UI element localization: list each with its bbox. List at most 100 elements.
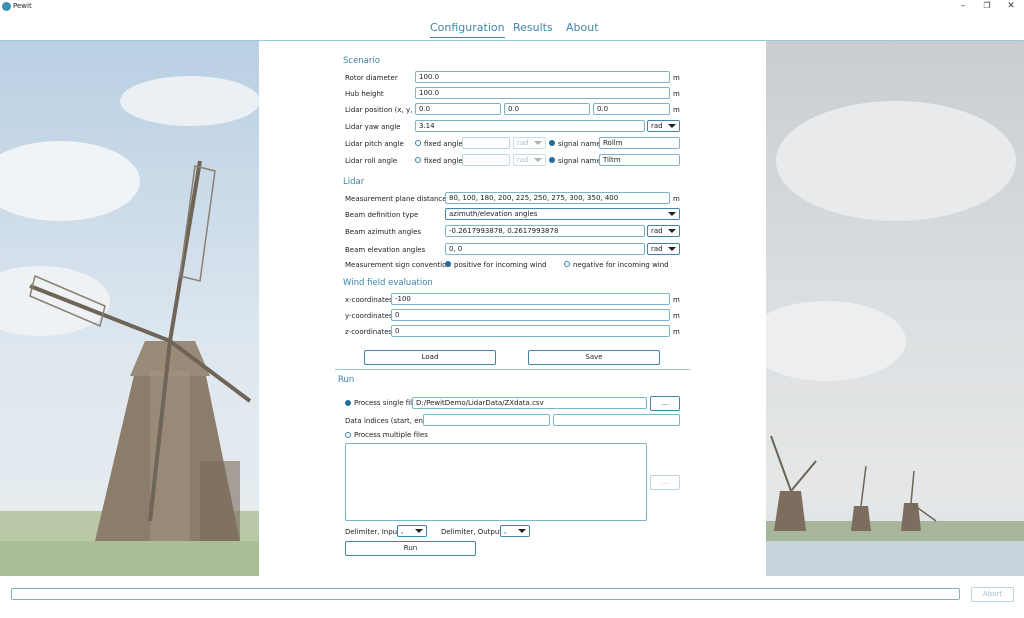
z-coordinates-unit: m [673,328,680,336]
chevron-down-icon [668,124,676,128]
roll-fixed-label: fixed angle [424,157,463,165]
configuration-panel: Scenario Rotor diameter 100.0 m Hub heig… [259,41,766,576]
tab-results[interactable]: Results [513,21,553,37]
tab-about[interactable]: About [566,21,599,37]
save-button[interactable]: Save [528,350,660,365]
single-file-radio[interactable] [345,400,351,406]
roll-unit-value: rad [517,156,529,164]
load-button[interactable]: Load [364,350,496,365]
z-coordinates-input[interactable]: 0 [391,325,670,337]
lidar-position-unit: m [673,106,680,114]
plane-distances-unit: m [673,195,680,203]
section-title-lidar: Lidar [343,177,365,187]
rotor-diameter-input[interactable]: 100.0 [415,71,670,83]
rotor-diameter-label: Rotor diameter [345,74,398,82]
pitch-fixed-input[interactable] [462,137,510,149]
background-image-right [766,41,1024,576]
beam-azimuth-unit-value: rad [651,227,663,235]
roll-fixed-input[interactable] [462,154,510,166]
roll-signal-radio[interactable] [549,157,555,163]
close-button[interactable]: ✕ [1001,0,1021,12]
sign-positive-label: positive for incoming wind [454,261,547,269]
chevron-down-icon [668,212,676,216]
tab-bar: Configuration Results About [0,16,1024,40]
maximize-button[interactable]: ❐ [977,0,997,12]
y-coordinates-unit: m [673,312,680,320]
pitch-unit-select[interactable]: rad [513,137,546,149]
beam-azimuth-input[interactable]: -0.2617993878, 0.2617993878 [445,225,645,237]
section-title-wind-field: Wind field evaluation [343,278,433,288]
delimiter-output-value: , [504,527,507,535]
progress-bar [11,588,960,600]
data-index-start-input[interactable] [423,414,550,426]
beam-elevation-label: Beam elevation angles [345,246,426,254]
lidar-roll-label: Lidar roll angle [345,157,398,165]
beam-elevation-input[interactable]: 0, 0 [445,243,645,255]
browse-multiple-files-button[interactable]: ... [650,475,680,490]
plane-distances-input[interactable]: 80, 100, 180, 200, 225, 250, 275, 300, 3… [445,192,670,204]
x-coordinates-label: x-coordinates [345,296,393,304]
single-file-path-input[interactable]: D:/PewitDemo/LidarData/ZXdata.csv [412,397,647,409]
title-bar: Pewit – ❐ ✕ [0,0,1024,14]
delimiter-output-label: Delimiter, Output [441,528,503,536]
data-index-end-input[interactable] [553,414,680,426]
configuration-form: Scenario Rotor diameter 100.0 m Hub heig… [335,41,690,576]
run-separator [335,369,690,370]
delimiter-input-label: Delimiter, Input [345,528,400,536]
chevron-down-icon [668,229,676,233]
beam-definition-value: azimuth/elevation angles [449,210,538,218]
sign-positive-radio[interactable] [445,261,451,267]
chevron-down-icon [668,247,676,251]
beam-definition-label: Beam definition type [345,211,419,219]
x-coordinates-input[interactable]: -100 [391,293,670,305]
pitch-fixed-radio[interactable] [415,140,421,146]
beam-azimuth-unit-select[interactable]: rad [647,225,680,237]
sign-negative-label: negative for incoming wind [573,261,669,269]
y-coordinates-input[interactable]: 0 [391,309,670,321]
chevron-down-icon [518,529,526,533]
roll-fixed-radio[interactable] [415,157,421,163]
multiple-files-label: Process multiple files [354,431,428,439]
sign-convention-label: Measurement sign convention [345,261,451,269]
section-title-run: Run [338,375,355,385]
lidar-position-label: Lidar position (x, y, z) [345,106,421,114]
y-coordinates-label: y-coordinates [345,312,393,320]
multiple-files-list[interactable] [345,443,647,521]
hub-height-input[interactable]: 100.0 [415,87,670,99]
browse-single-file-button[interactable]: ... [650,396,680,411]
chevron-down-icon [415,529,423,533]
run-button[interactable]: Run [345,541,476,556]
beam-elevation-unit-select[interactable]: rad [647,243,680,255]
z-coordinates-label: z-coordinates [345,328,393,336]
delimiter-output-select[interactable]: , [500,525,530,537]
lidar-yaw-unit-select[interactable]: rad [647,120,680,132]
roll-unit-select[interactable]: rad [513,154,546,166]
lidar-yaw-unit-value: rad [651,122,663,130]
data-indices-label: Data indices (start, end) [345,417,431,425]
lidar-position-x-input[interactable]: 0.0 [415,103,501,115]
lidar-yaw-label: Lidar yaw angle [345,123,401,131]
beam-elevation-unit-value: rad [651,245,663,253]
lidar-yaw-input[interactable]: 3.14 [415,120,645,132]
roll-signal-input[interactable]: Tiltm [599,154,680,166]
minimize-button[interactable]: – [953,0,973,12]
sign-negative-radio[interactable] [564,261,570,267]
lidar-position-z-input[interactable]: 0.0 [593,103,670,115]
pitch-signal-radio[interactable] [549,140,555,146]
multiple-files-radio[interactable] [345,432,351,438]
chevron-down-icon [534,141,542,145]
pitch-unit-value: rad [517,139,529,147]
pitch-signal-input[interactable]: Rollm [599,137,680,149]
plane-distances-label: Measurement plane distances [345,195,451,203]
tab-configuration[interactable]: Configuration [430,21,505,38]
hub-height-unit: m [673,90,680,98]
hub-height-label: Hub height [345,90,384,98]
chevron-down-icon [534,158,542,162]
lidar-position-y-input[interactable]: 0.0 [504,103,590,115]
delimiter-input-select[interactable]: , [397,525,427,537]
beam-definition-select[interactable]: azimuth/elevation angles [445,208,680,220]
pitch-fixed-label: fixed angle [424,140,463,148]
abort-button[interactable]: Abort [971,587,1014,602]
section-title-scenario: Scenario [343,56,380,66]
delimiter-input-value: , [401,527,404,535]
